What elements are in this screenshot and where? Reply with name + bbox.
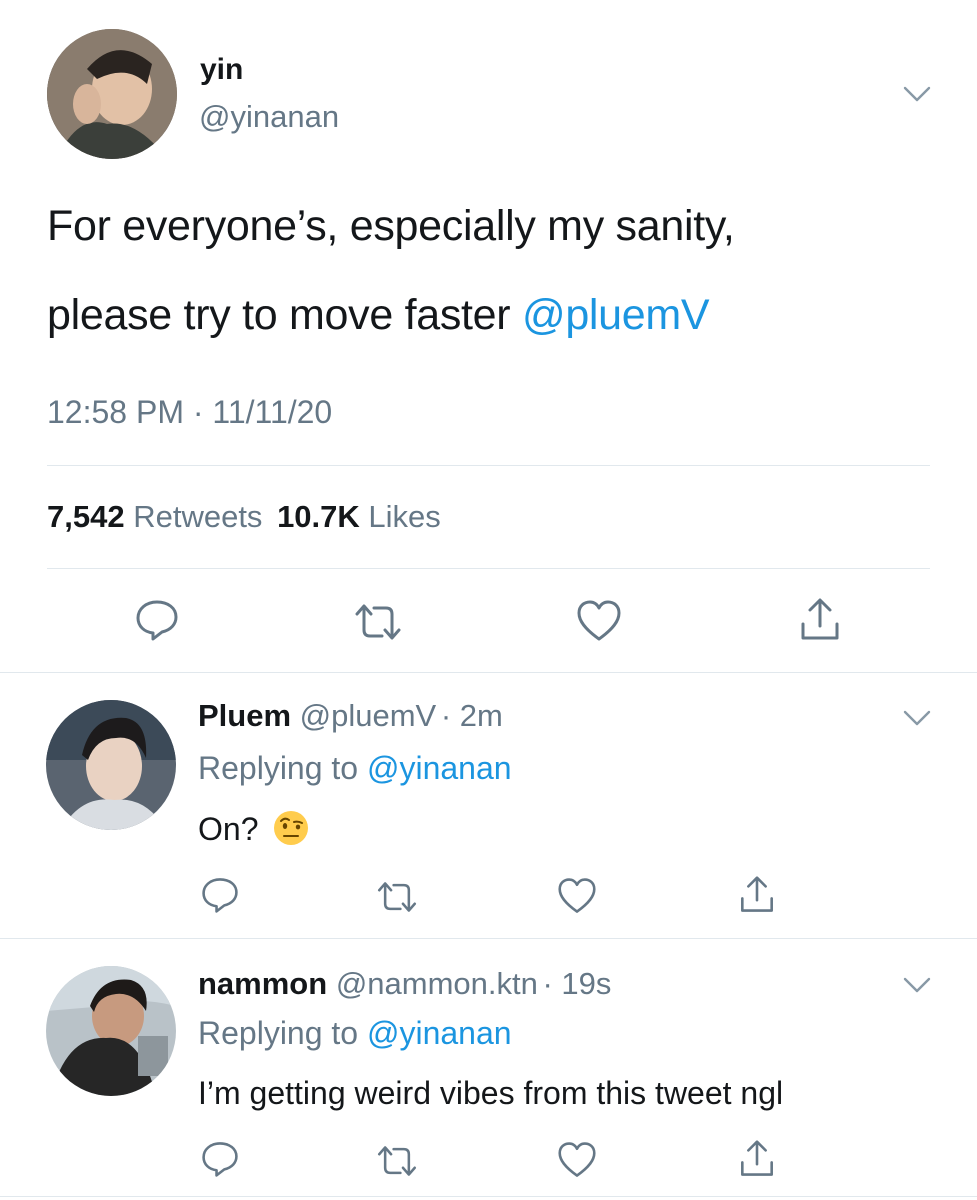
tweet-text: For everyone’s, especially my sanity, pl…	[47, 202, 735, 340]
chevron-down-icon[interactable]	[902, 84, 932, 104]
retweets-label: Retweets	[133, 499, 263, 534]
replying-to: Replying to @yinanan	[198, 1013, 512, 1053]
display-name[interactable]: yin	[200, 52, 243, 88]
divider	[47, 465, 930, 466]
reply-icon[interactable]	[200, 876, 240, 914]
relative-time[interactable]: · 2m	[441, 698, 503, 733]
relative-time[interactable]: · 19s	[542, 966, 611, 1001]
retweets-count: 7,542	[47, 499, 125, 534]
retweets-stat[interactable]: 7,542 Retweets	[47, 499, 262, 534]
likes-label: Likes	[368, 499, 441, 534]
timestamp[interactable]: 12:58 PM · 11/11/20	[47, 393, 332, 431]
avatar-image	[46, 966, 176, 1096]
divider	[0, 1196, 977, 1197]
avatar[interactable]	[47, 29, 177, 159]
reply-text: I’m getting weird vibes from this tweet …	[198, 1075, 784, 1111]
reply-icon[interactable]	[134, 598, 180, 642]
chevron-down-icon[interactable]	[902, 975, 932, 995]
retweet-icon[interactable]	[352, 600, 404, 644]
tweet-text-line2-body: please try to move faster	[47, 291, 522, 339]
likes-stat[interactable]: 10.7K Likes	[277, 499, 441, 534]
avatar[interactable]	[46, 700, 176, 830]
reply-text-body: On?	[198, 811, 259, 847]
heart-icon[interactable]	[556, 1141, 598, 1179]
divider	[0, 672, 977, 673]
reply-text: On?	[198, 809, 309, 849]
avatar-image	[47, 29, 177, 159]
replying-to-link[interactable]: @yinanan	[367, 1015, 512, 1051]
mention-link[interactable]: @pluemV	[522, 291, 710, 339]
heart-icon[interactable]	[556, 877, 598, 915]
divider	[47, 568, 930, 569]
raised-eyebrow-icon	[274, 811, 309, 845]
reply-header: nammon @nammon.ktn · 19s	[198, 964, 611, 1004]
engagement-stats: 7,542 Retweets 10.7K Likes	[47, 498, 441, 536]
replying-to-label: Replying to	[198, 1015, 367, 1051]
divider	[0, 938, 977, 939]
handle[interactable]: @yinanan	[199, 99, 339, 135]
tweet-text-line1: For everyone’s, especially my sanity,	[47, 202, 735, 250]
reply-icon[interactable]	[200, 1140, 240, 1178]
reply-header: Pluem @pluemV · 2m	[198, 696, 503, 736]
replying-to-link[interactable]: @yinanan	[367, 750, 512, 786]
share-icon[interactable]	[738, 1138, 776, 1180]
tweet-text-line2: please try to move faster @pluemV	[47, 291, 735, 340]
replying-to: Replying to @yinanan	[198, 748, 512, 788]
replying-to-label: Replying to	[198, 750, 367, 786]
avatar-image	[46, 700, 176, 830]
display-name[interactable]: Pluem	[198, 698, 291, 733]
avatar[interactable]	[46, 966, 176, 1096]
handle[interactable]: @pluemV	[300, 698, 437, 733]
display-name[interactable]: nammon	[198, 966, 327, 1001]
retweet-icon[interactable]	[375, 1142, 419, 1180]
heart-icon[interactable]	[575, 599, 623, 643]
handle[interactable]: @nammon.ktn	[336, 966, 538, 1001]
share-icon[interactable]	[738, 874, 776, 916]
share-icon[interactable]	[798, 596, 842, 644]
retweet-icon[interactable]	[375, 878, 419, 916]
chevron-down-icon[interactable]	[902, 708, 932, 728]
likes-count: 10.7K	[277, 499, 360, 534]
raised-eyebrow-emoji	[273, 810, 309, 846]
